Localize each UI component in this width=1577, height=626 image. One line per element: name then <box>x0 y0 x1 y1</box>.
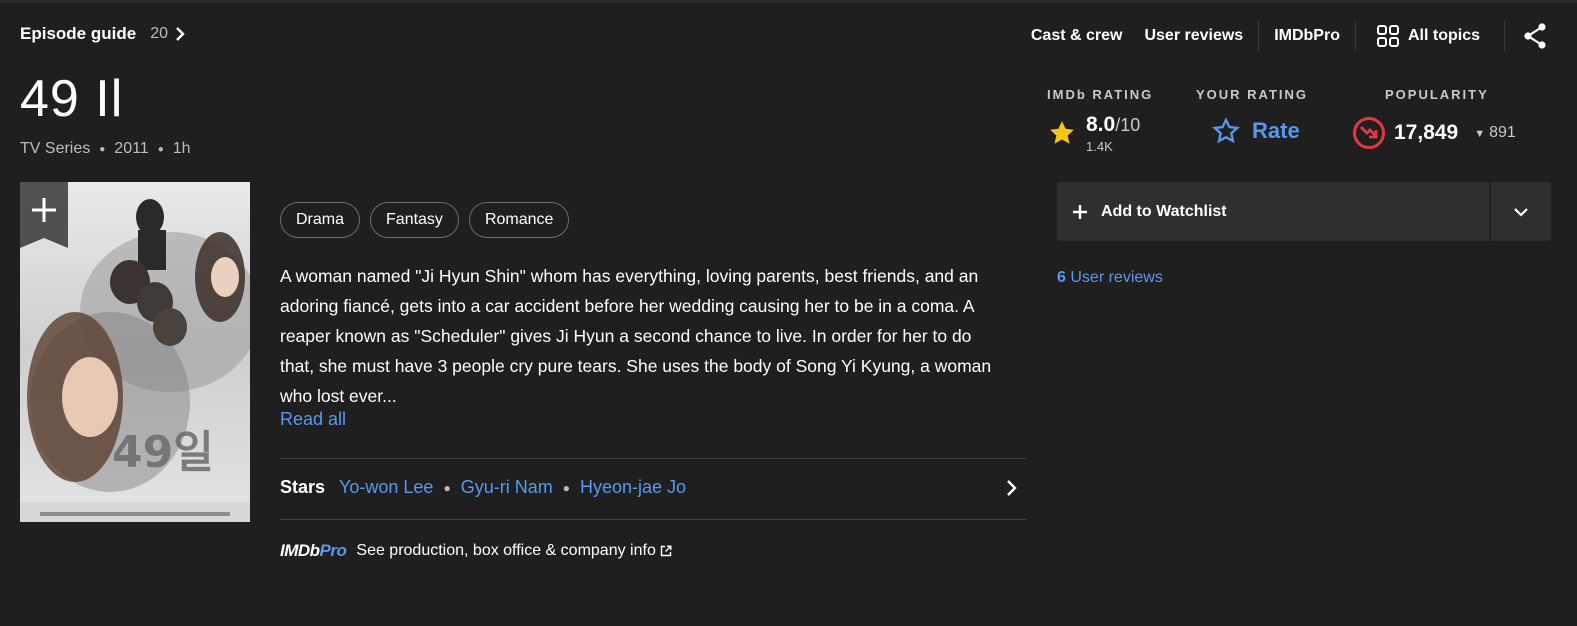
popularity-value: 17,849 <box>1394 121 1459 144</box>
poster-image[interactable]: 49일 <box>20 182 250 522</box>
divider <box>1354 20 1356 52</box>
watchlist-dropdown-button[interactable] <box>1491 182 1551 241</box>
divider <box>1504 20 1505 52</box>
title-page: Episode guide 20 Cast & crew User review… <box>0 0 1577 626</box>
caret-down-icon: ▼ <box>1474 128 1486 140</box>
runtime: 1h <box>172 140 191 157</box>
episode-guide-link[interactable]: Episode guide 20 <box>20 24 186 44</box>
episode-count: 20 <box>150 25 168 42</box>
star-link[interactable]: Hyeon-jae Jo <box>580 477 686 498</box>
plot-summary: A woman named "Ji Hyun Shin" whom has ev… <box>280 266 992 406</box>
rate-label: Rate <box>1252 118 1300 143</box>
your-rating-heading: YOUR RATING <box>1196 87 1309 102</box>
popularity-heading: POPULARITY <box>1385 87 1489 102</box>
trending-down-icon <box>1353 117 1385 149</box>
share-button[interactable] <box>1509 23 1577 49</box>
add-to-watchlist-label: Add to Watchlist <box>1101 202 1227 220</box>
star-outline-icon <box>1212 117 1240 144</box>
imdb-rating-values: 8.0/10 1.4K <box>1086 113 1140 154</box>
imdb-rating[interactable]: 8.0/10 1.4K <box>1048 113 1140 154</box>
popularity[interactable]: 17,849 ▼ 891 <box>1352 116 1516 150</box>
divider <box>1258 20 1260 52</box>
genre-chip-drama[interactable]: Drama <box>280 202 361 238</box>
genre-chip-romance[interactable]: Romance <box>468 202 570 238</box>
plus-icon <box>1073 204 1087 219</box>
all-topics-label: All topics <box>1407 27 1480 44</box>
imdb-rating-heading: IMDb RATING <box>1047 87 1154 102</box>
imdb-rating-votes: 1.4K <box>1086 139 1113 154</box>
divider <box>280 458 1026 459</box>
page-title: 49 Il <box>20 70 124 128</box>
user-reviews-link[interactable]: User reviews <box>1133 27 1254 45</box>
release-year-link[interactable]: 2011 <box>114 140 148 158</box>
title-type: TV Series <box>20 140 91 157</box>
imdbpro-info-link[interactable]: IMDbPro See production, box office & com… <box>280 541 672 561</box>
top-nav: Cast & crew User reviews IMDbPro All top… <box>1020 17 1577 55</box>
share-icon <box>1524 23 1546 49</box>
separator-dot: ● <box>99 143 106 155</box>
separator-dot: ● <box>443 480 451 495</box>
stars-row: Stars Yo-won Lee ● Gyu-ri Nam ● Hyeon-ja… <box>280 477 686 498</box>
chevron-right-icon <box>1007 480 1017 496</box>
cast-crew-link[interactable]: Cast & crew <box>1020 27 1134 45</box>
episode-guide-label: Episode guide <box>20 24 137 43</box>
genre-chip-fantasy[interactable]: Fantasy <box>370 202 459 238</box>
stars-label: Stars <box>280 477 326 497</box>
svg-text:49일: 49일 <box>112 427 214 478</box>
user-reviews-label: User reviews <box>1070 269 1163 286</box>
imdbpro-info-text: See production, box office & company inf… <box>356 542 656 559</box>
imdb-rating-value: 8.0 <box>1086 113 1116 136</box>
genre-chips: Drama Fantasy Romance <box>280 202 570 238</box>
divider <box>280 519 1026 520</box>
star-link[interactable]: Gyu-ri Nam <box>461 477 553 498</box>
chevron-down-icon <box>1514 207 1528 217</box>
star-filled-icon <box>1050 121 1074 144</box>
user-reviews-count-link[interactable]: 6 User reviews <box>1057 269 1163 287</box>
stars-expand-button[interactable] <box>1004 479 1018 502</box>
separator-dot: ● <box>157 143 164 155</box>
imdbpro-logo: IMDbPro <box>280 541 347 560</box>
rate-button[interactable]: Rate <box>1212 117 1300 145</box>
all-topics-button[interactable]: All topics <box>1360 24 1500 48</box>
external-link-icon <box>660 545 672 557</box>
add-to-watchlist-button[interactable]: Add to Watchlist <box>1057 182 1489 241</box>
add-to-watchlist-ribbon[interactable] <box>20 182 68 248</box>
imdbpro-link[interactable]: IMDbPro <box>1263 27 1351 45</box>
chevron-right-icon <box>176 27 185 41</box>
star-link[interactable]: Yo-won Lee <box>339 477 433 498</box>
title-meta: TV Series ● 2011 ● 1h <box>20 140 191 158</box>
read-all-link[interactable]: Read all <box>280 409 346 430</box>
popularity-change: ▼ 891 <box>1474 124 1516 141</box>
user-reviews-count: 6 <box>1057 269 1066 286</box>
imdb-rating-scale: /10 <box>1115 115 1141 135</box>
grid-icon <box>1376 25 1399 47</box>
separator-dot: ● <box>562 480 570 495</box>
